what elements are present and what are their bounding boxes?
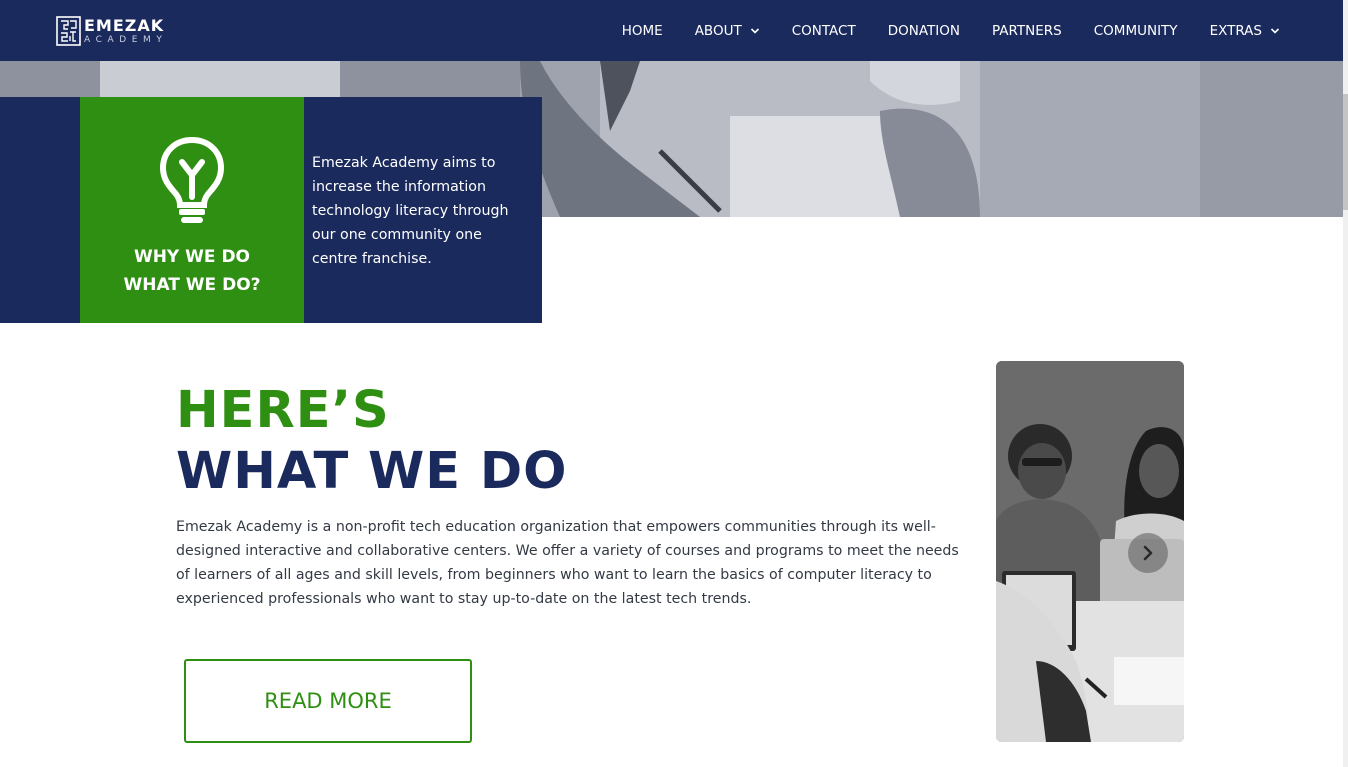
logo-maze-icon [56,16,81,46]
section-body-text: Emezak Academy is a non-profit tech educ… [176,519,959,607]
logo-subtitle: ACADEMY [84,34,168,45]
why-we-do-title: WHY WE DO WHAT WE DO? [123,243,260,299]
nav-item-contact[interactable]: CONTACT [792,23,856,39]
nav-item-label: HOME [621,22,663,39]
nav-item-about[interactable]: ABOUT [695,23,760,39]
nav-item-community[interactable]: COMMUNITY [1094,23,1178,39]
section-heading-line2: WHAT WE DO [176,442,568,501]
nav-item-donation[interactable]: DONATION [888,23,960,39]
nav-item-label: CONTACT [791,22,856,39]
chevron-down-icon [750,27,759,34]
chevron-down-icon [1270,27,1280,34]
chevron-right-icon [1143,545,1153,561]
page-scrollbar-thumb[interactable] [1343,94,1348,210]
why-we-do-card: WHY WE DO WHAT WE DO? [80,97,304,323]
why-we-do-text: Emezak Academy aims to increase the info… [312,155,509,267]
nav-item-label: PARTNERS [992,22,1062,39]
lightbulb-icon [159,136,225,223]
main-menu: HOME ABOUT CONTACT DONATION PARTNERS COM… [622,0,1280,61]
why-title-line1: WHY WE DO [133,247,251,267]
top-navbar: EMEZAK ACADEMY HOME ABOUT CONTACT DONATI… [0,0,1343,61]
nav-item-label: EXTRAS [1209,22,1262,39]
nav-item-label: ABOUT [694,22,742,39]
nav-item-home[interactable]: HOME [622,23,663,39]
slider-next-button[interactable] [1128,533,1168,573]
nav-item-label: DONATION [887,22,960,39]
logo-name: EMEZAK [84,15,165,35]
logo-text: EMEZAK ACADEMY [84,15,168,45]
site-logo[interactable]: EMEZAK ACADEMY [56,15,196,47]
nav-item-extras[interactable]: EXTRAS [1210,23,1280,39]
nav-item-label: COMMUNITY [1093,22,1178,39]
page: EMEZAK ACADEMY HOME ABOUT CONTACT DONATI… [0,0,1348,767]
why-we-do-section: WHY WE DO WHAT WE DO? Emezak Academy aim… [0,97,542,323]
nav-item-partners[interactable]: PARTNERS [992,23,1062,39]
read-more-button[interactable]: READ MORE [184,659,472,743]
why-title-line2: WHAT WE DO? [123,275,261,295]
section-heading-line1: HERE’S [176,381,390,440]
